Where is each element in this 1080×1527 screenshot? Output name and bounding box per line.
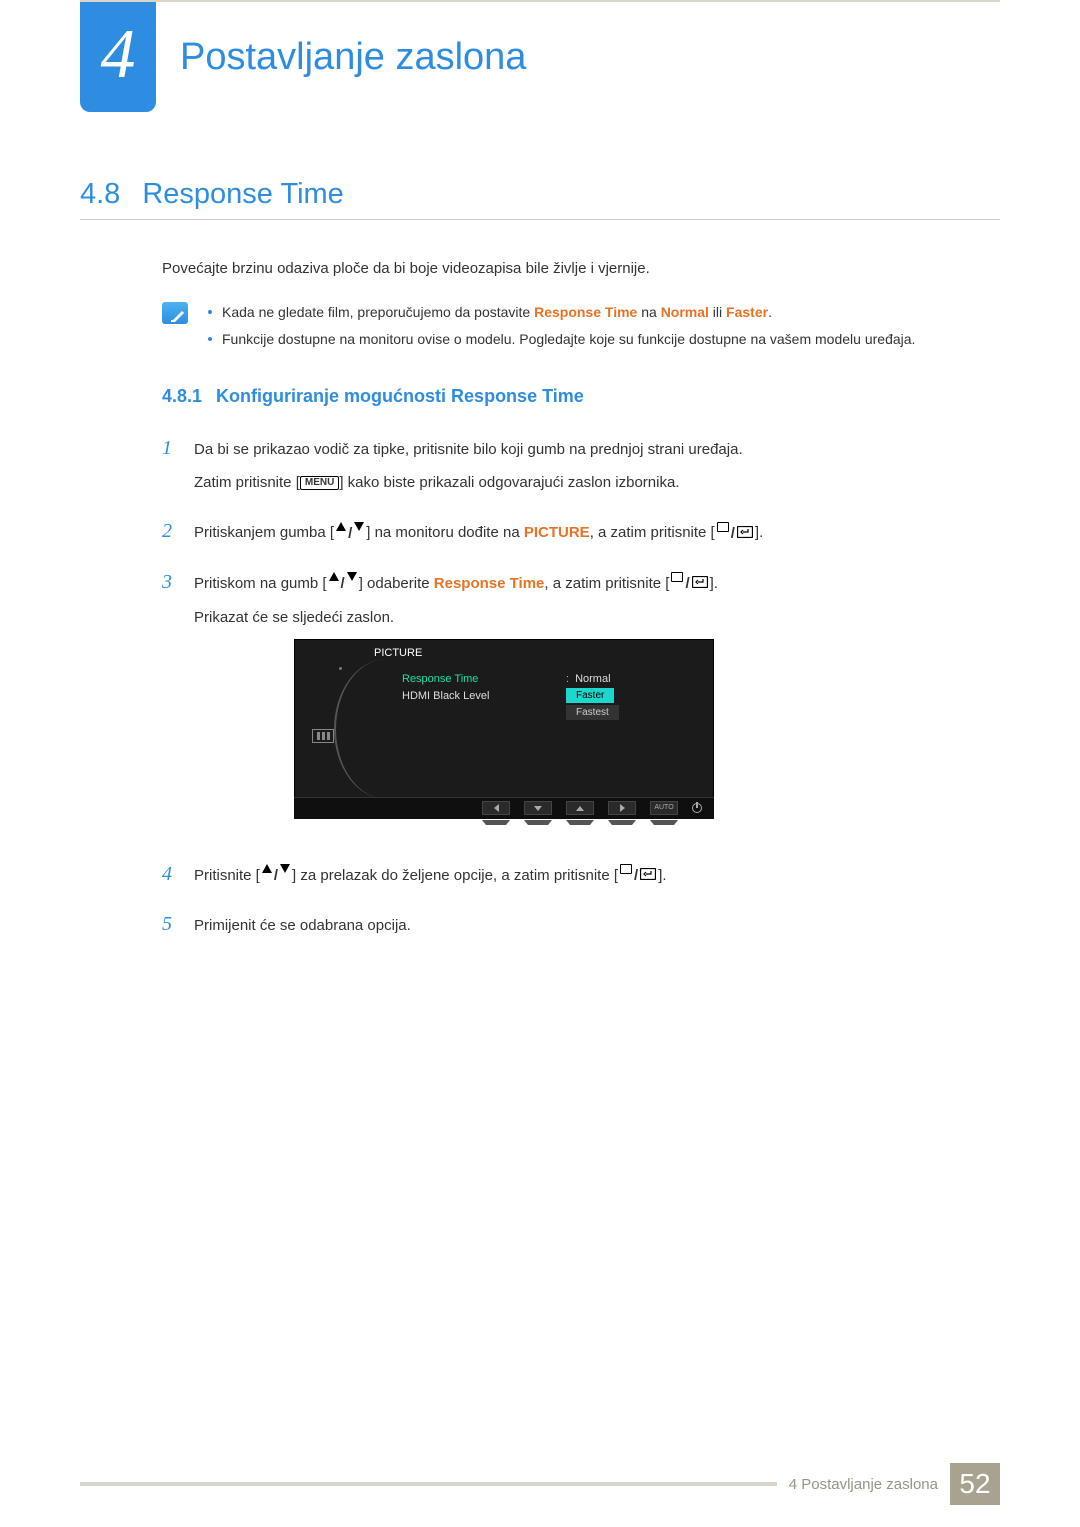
chapter-number: 4 (101, 15, 136, 95)
step-body: Da bi se prikazao vodič za tipke, pritis… (194, 438, 1000, 505)
footer: 4 Postavljanje zaslona 52 (80, 1463, 1000, 1505)
osd-opt-faster: Faster (566, 688, 614, 703)
note-list: Kada ne gledate film, preporučujemo da p… (204, 302, 915, 356)
osd-arc (334, 659, 394, 799)
top-rule (80, 0, 1000, 2)
step-number: 5 (162, 909, 176, 940)
osd-auto-button: AUTO (650, 801, 678, 815)
step-number: 2 (162, 516, 176, 547)
note-item-2: Funkcije dostupne na monitoru ovise o mo… (204, 329, 915, 350)
subsection-title: Konfiguriranje mogućnosti Response Time (216, 386, 584, 407)
step-2: 2 Pritiskanjem gumba [/] na monitoru dođ… (162, 516, 1000, 555)
intro-text: Povećajte brzinu odaziva ploče da bi boj… (162, 258, 1000, 280)
osd-bottom-bar: AUTO (294, 797, 714, 819)
step-number: 1 (162, 433, 176, 464)
step-5: 5 Primijenit će se odabrana opcija. (162, 909, 1000, 947)
osd-nav-right-icon (608, 801, 636, 815)
step-1: 1 Da bi se prikazao vodič za tipke, prit… (162, 433, 1000, 505)
osd-screenshot: PICTURE Response Time HDMI Black Level :… (294, 639, 1000, 827)
chapter-title: Postavljanje zaslona (180, 36, 526, 79)
subsection-heading: 4.8.1 Konfiguriranje mogućnosti Response… (162, 386, 1000, 407)
chapter-badge: 4 (80, 2, 156, 112)
subsection-number: 4.8.1 (162, 386, 202, 407)
up-down-icon: / (336, 522, 364, 545)
step-body: Primijenit će se odabrana opcija. (194, 914, 1000, 947)
osd-panel: PICTURE Response Time HDMI Black Level :… (294, 639, 714, 819)
select-enter-icon: / (717, 522, 753, 545)
content-area: 4.8 Response Time Povećajte brzinu odazi… (80, 178, 1000, 960)
section-title: Response Time (142, 178, 344, 211)
note-icon (162, 302, 188, 324)
page-number: 52 (950, 1463, 1000, 1505)
footer-label: 4 Postavljanje zaslona (789, 1476, 938, 1493)
step-body: Pritiskanjem gumba [/] na monitoru dođit… (194, 521, 1000, 555)
osd-power-icon (692, 803, 702, 813)
step-body: Pritiskom na gumb [/] odaberite Response… (194, 572, 1000, 847)
step-body: Pritisnite [/] za prelazak do željene op… (194, 864, 1000, 898)
select-enter-icon: / (620, 864, 656, 887)
up-down-icon: / (329, 572, 357, 595)
note-item-1: Kada ne gledate film, preporučujemo da p… (204, 302, 915, 323)
osd-nav-down-icon (524, 801, 552, 815)
osd-item-response-time: Response Time (402, 671, 489, 689)
osd-item-hdmi-black: HDMI Black Level (402, 688, 489, 706)
select-enter-icon: / (671, 572, 707, 595)
step-number: 3 (162, 567, 176, 598)
osd-opt-normal: Normal (575, 673, 610, 685)
step-4: 4 Pritisnite [/] za prelazak do željene … (162, 859, 1000, 898)
up-down-icon: / (262, 864, 290, 887)
osd-values: :Normal Faster Fastest (566, 671, 619, 721)
osd-side-icon (312, 729, 334, 743)
footer-rule (80, 1482, 777, 1486)
section-number: 4.8 (80, 178, 120, 211)
osd-nav-left-icon (482, 801, 510, 815)
menu-button-icon: MENU (300, 476, 339, 490)
step-number: 4 (162, 859, 176, 890)
osd-opt-fastest: Fastest (566, 705, 619, 720)
step-3: 3 Pritiskom na gumb [/] odaberite Respon… (162, 567, 1000, 847)
osd-menu-items: Response Time HDMI Black Level (402, 671, 489, 706)
steps-list: 1 Da bi se prikazao vodič za tipke, prit… (162, 433, 1000, 948)
section-heading: 4.8 Response Time (80, 178, 1000, 220)
osd-nav-up-icon (566, 801, 594, 815)
note-block: Kada ne gledate film, preporučujemo da p… (162, 302, 1000, 356)
